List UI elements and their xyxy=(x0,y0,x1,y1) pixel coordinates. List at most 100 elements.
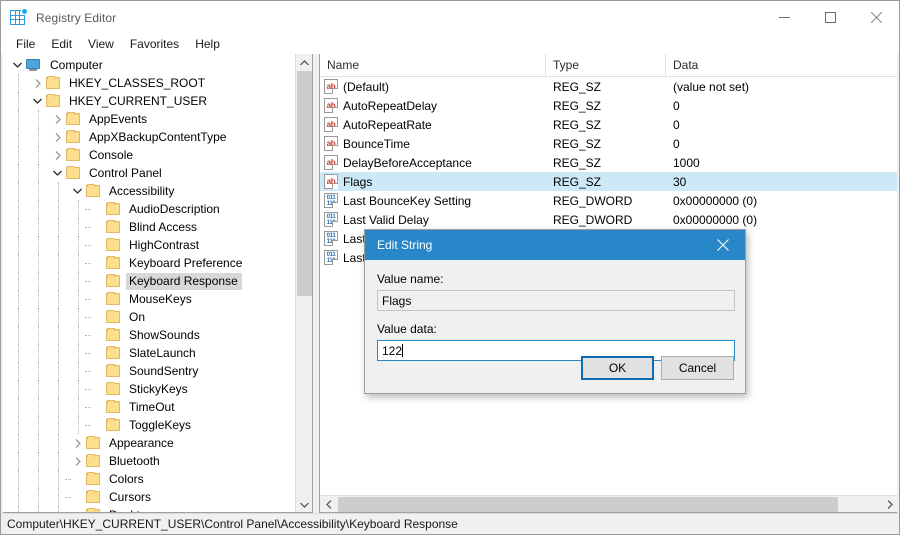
tree-item-timeout[interactable]: TimeOut xyxy=(3,398,291,416)
tree-scroll-thumb[interactable] xyxy=(297,71,312,296)
table-row[interactable]: ab BounceTime REG_SZ 0 xyxy=(320,134,897,153)
tree-item-audiodescription[interactable]: AudioDescription xyxy=(3,200,291,218)
table-row[interactable]: 011 110 Last Valid Delay REG_DWORD 0x0000000… xyxy=(320,210,897,229)
string-value-icon: ab xyxy=(324,174,338,189)
chevron-right-icon[interactable] xyxy=(50,146,65,164)
folder-icon xyxy=(105,346,122,360)
tree-item-colors[interactable]: Colors xyxy=(3,470,291,488)
chevron-right-icon[interactable] xyxy=(50,128,65,146)
menu-file[interactable]: File xyxy=(8,35,43,54)
value-type-cell: REG_SZ xyxy=(553,174,602,189)
tree-guide-line xyxy=(58,236,59,254)
registry-tree[interactable]: Computer HKEY_CLASSES_ROOT HKEY_CURRENT_US… xyxy=(3,54,291,512)
close-icon[interactable] xyxy=(701,230,745,260)
tree-item-on[interactable]: On xyxy=(3,308,291,326)
column-header-data[interactable]: Data xyxy=(666,54,897,77)
table-row[interactable]: ab AutoRepeatDelay REG_SZ 0 xyxy=(320,96,897,115)
tree-item-cursors[interactable]: Cursors xyxy=(3,488,291,506)
maximize-icon[interactable] xyxy=(807,1,853,33)
tree-item-label: MouseKeys xyxy=(129,291,192,306)
table-row[interactable]: ab (Default) REG_SZ (value not set) xyxy=(320,77,897,96)
tree-guide-line xyxy=(18,92,19,110)
tree-no-chevron xyxy=(90,416,105,434)
value-type-cell: REG_DWORD xyxy=(553,193,633,208)
tree-guide-line xyxy=(18,416,19,434)
tree-item-soundsentry[interactable]: SoundSentry xyxy=(3,362,291,380)
column-header-name[interactable]: Name xyxy=(320,54,546,77)
tree-item-computer[interactable]: Computer xyxy=(3,56,291,74)
chevron-down-icon[interactable] xyxy=(30,92,45,110)
tree-item-console[interactable]: Console xyxy=(3,146,291,164)
ok-button[interactable]: OK xyxy=(581,356,654,380)
tree-item-keyboard-response[interactable]: Keyboard Response xyxy=(3,272,291,290)
tree-item-appxbackupcontenttype[interactable]: AppXBackupContentType xyxy=(3,128,291,146)
string-value-icon: ab xyxy=(324,79,338,94)
string-value-icon: ab xyxy=(324,98,338,113)
minimize-icon[interactable] xyxy=(761,1,807,33)
tree-item-highcontrast[interactable]: HighContrast xyxy=(3,236,291,254)
table-row[interactable]: ab AutoRepeatRate REG_SZ 0 xyxy=(320,115,897,134)
chevron-down-icon[interactable] xyxy=(50,164,65,182)
close-icon[interactable] xyxy=(853,1,899,33)
tree-item-showsounds[interactable]: ShowSounds xyxy=(3,326,291,344)
chevron-right-icon[interactable] xyxy=(70,452,85,470)
value-name-text: Last BounceKey Setting xyxy=(343,193,472,208)
scroll-left-icon[interactable] xyxy=(320,496,337,512)
tree-guide-line xyxy=(85,425,91,426)
menu-edit[interactable]: Edit xyxy=(43,35,80,54)
folder-icon xyxy=(45,76,62,90)
tree-item-control-panel[interactable]: Control Panel xyxy=(3,164,291,182)
table-row[interactable]: 011 110 Last BounceKey Setting REG_DWORD 0x0… xyxy=(320,191,897,210)
tree-item-hkey-current-user[interactable]: HKEY_CURRENT_USER xyxy=(3,92,291,110)
tree-item-label: Accessibility xyxy=(109,183,175,198)
tree-item-appearance[interactable]: Appearance xyxy=(3,434,291,452)
tree-no-chevron xyxy=(90,398,105,416)
chevron-right-icon[interactable] xyxy=(30,74,45,92)
list-scroll-thumb[interactable] xyxy=(338,497,838,512)
scroll-up-icon[interactable] xyxy=(296,54,312,71)
value-type-cell: REG_SZ xyxy=(553,155,602,170)
value-data-cell: 1000 xyxy=(673,155,700,170)
column-header-type[interactable]: Type xyxy=(546,54,666,77)
tree-item-blind-access[interactable]: Blind Access xyxy=(3,218,291,236)
tree-item-label: AppEvents xyxy=(89,111,148,126)
chevron-down-icon[interactable] xyxy=(10,56,25,74)
scroll-right-icon[interactable] xyxy=(881,496,897,512)
status-bar: Computer\HKEY_CURRENT_USER\Control Panel… xyxy=(1,513,899,534)
edit-string-dialog: Edit String Value name: Flags Value data… xyxy=(364,229,746,394)
menu-help[interactable]: Help xyxy=(187,35,228,54)
list-horizontal-scrollbar[interactable] xyxy=(320,495,897,512)
value-name-text: Flags xyxy=(343,174,373,189)
tree-guide-line xyxy=(38,416,39,434)
menu-view[interactable]: View xyxy=(80,35,122,54)
menu-favorites[interactable]: Favorites xyxy=(122,35,187,54)
tree-item-accessibility[interactable]: Accessibility xyxy=(3,182,291,200)
value-name-cell: ab BounceTime xyxy=(320,136,546,151)
dialog-body: Value name: Flags Value data: 122 xyxy=(365,260,745,361)
tree-item-bluetooth[interactable]: Bluetooth xyxy=(3,452,291,470)
tree-vertical-scrollbar[interactable] xyxy=(295,54,312,512)
chevron-right-icon[interactable] xyxy=(50,110,65,128)
tree-item-stickykeys[interactable]: StickyKeys xyxy=(3,380,291,398)
tree-item-slatelaunch[interactable]: SlateLaunch xyxy=(3,344,291,362)
tree-item-appevents[interactable]: AppEvents xyxy=(3,110,291,128)
table-row[interactable]: ab Flags REG_SZ 30 xyxy=(320,172,897,191)
tree-item-keyboard-preference[interactable]: Keyboard Preference xyxy=(3,254,291,272)
tree-item-hkey-classes-root[interactable]: HKEY_CLASSES_ROOT xyxy=(3,74,291,92)
tree-guide-line xyxy=(18,182,19,200)
chevron-right-icon[interactable] xyxy=(70,434,85,452)
tree-guide-line xyxy=(58,272,59,290)
chevron-down-icon[interactable] xyxy=(70,182,85,200)
tree-item-togglekeys[interactable]: ToggleKeys xyxy=(3,416,291,434)
tree-guide-line xyxy=(38,164,39,182)
value-name-text: Last Valid Delay xyxy=(343,212,429,227)
tree-guide-line xyxy=(78,380,79,398)
cancel-button[interactable]: Cancel xyxy=(661,356,734,380)
list-header: Name Type Data xyxy=(320,54,897,77)
tree-guide-line xyxy=(78,218,79,236)
table-row[interactable]: ab DelayBeforeAcceptance REG_SZ 1000 xyxy=(320,153,897,172)
tree-item-mousekeys[interactable]: MouseKeys xyxy=(3,290,291,308)
scroll-down-icon[interactable] xyxy=(296,496,312,512)
tree-guide-line xyxy=(85,389,91,390)
tree-item-desktop[interactable]: Desktop xyxy=(3,506,291,512)
